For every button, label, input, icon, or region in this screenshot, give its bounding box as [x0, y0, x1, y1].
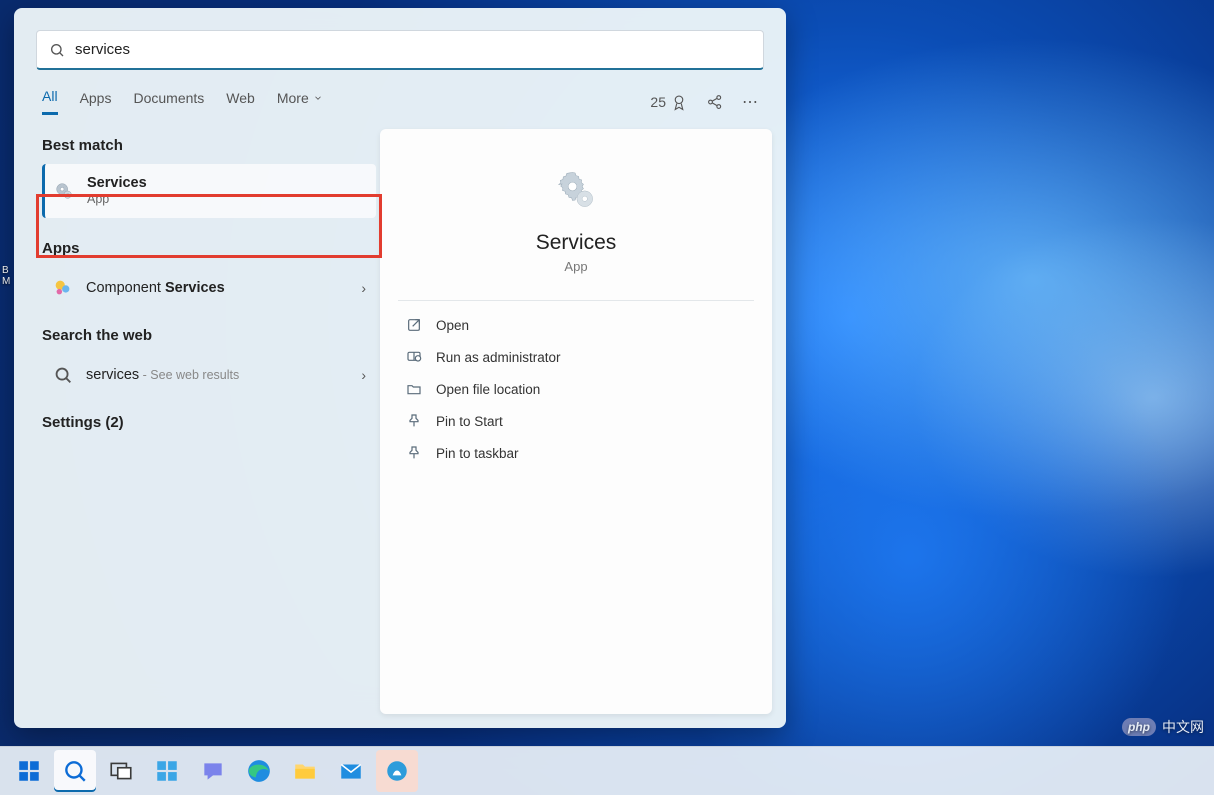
tab-web[interactable]: Web	[226, 88, 255, 115]
services-gear-icon	[53, 180, 75, 202]
mail-app[interactable]	[330, 750, 372, 792]
tab-more[interactable]: More	[277, 88, 323, 115]
best-match-heading: Best match	[42, 131, 376, 164]
shield-icon	[406, 349, 422, 365]
desktop-icon-label-fragment: BM	[2, 265, 10, 287]
chevron-right-icon: ›	[361, 367, 366, 383]
best-match-subtitle: App	[87, 192, 147, 208]
medal-icon	[670, 93, 688, 111]
apps-result-label: Component Services	[86, 280, 225, 296]
web-result-services[interactable]: services - See web results ›	[42, 354, 376, 396]
pin-icon	[406, 413, 422, 429]
watermark: php 中文网	[1122, 717, 1204, 737]
search-tabs: All Apps Documents Web More 25 ⋯	[14, 70, 786, 115]
preview-panel: Services App Open Run as administrator O…	[380, 129, 772, 714]
divider	[398, 300, 754, 301]
pinned-app[interactable]	[376, 750, 418, 792]
action-pin-start[interactable]: Pin to Start	[398, 405, 754, 437]
search-input[interactable]	[65, 41, 751, 58]
tab-all[interactable]: All	[42, 88, 58, 115]
chevron-right-icon: ›	[361, 280, 366, 296]
settings-heading[interactable]: Settings (2)	[42, 408, 376, 441]
start-button[interactable]	[8, 750, 50, 792]
best-match-title: Services	[87, 174, 147, 192]
edge-browser[interactable]	[238, 750, 280, 792]
rewards-badge[interactable]: 25	[650, 93, 688, 111]
search-box[interactable]	[36, 30, 764, 70]
open-icon	[406, 317, 422, 333]
action-open-location-label: Open file location	[436, 382, 540, 397]
apps-heading: Apps	[42, 234, 376, 267]
apps-result-component-services[interactable]: Component Services ›	[42, 267, 376, 309]
preview-subtitle: App	[564, 259, 587, 274]
preview-title: Services	[536, 231, 617, 255]
action-run-admin[interactable]: Run as administrator	[398, 341, 754, 373]
results-column: Best match Services App Apps	[28, 129, 376, 714]
action-pin-taskbar[interactable]: Pin to taskbar	[398, 437, 754, 469]
action-pin-taskbar-label: Pin to taskbar	[436, 446, 519, 461]
start-search-panel: All Apps Documents Web More 25 ⋯	[14, 8, 786, 728]
widgets-button[interactable]	[146, 750, 188, 792]
action-open-location[interactable]: Open file location	[398, 373, 754, 405]
pin-icon	[406, 445, 422, 461]
rewards-points: 25	[650, 94, 666, 110]
watermark-text: 中文网	[1162, 717, 1204, 737]
services-gear-icon-large	[555, 169, 597, 211]
search-icon	[49, 42, 65, 58]
action-run-admin-label: Run as administrator	[436, 350, 561, 365]
tab-documents[interactable]: Documents	[133, 88, 204, 115]
php-logo: php	[1122, 718, 1156, 736]
component-services-icon	[52, 277, 74, 299]
search-web-heading: Search the web	[42, 321, 376, 354]
action-pin-start-label: Pin to Start	[436, 414, 503, 429]
file-explorer[interactable]	[284, 750, 326, 792]
share-icon[interactable]	[706, 93, 724, 111]
chevron-down-icon	[313, 93, 323, 103]
taskbar	[0, 746, 1214, 795]
search-icon	[52, 364, 74, 386]
action-open[interactable]: Open	[398, 309, 754, 341]
best-match-result[interactable]: Services App	[42, 164, 376, 218]
action-open-label: Open	[436, 318, 469, 333]
tab-apps[interactable]: Apps	[80, 88, 112, 115]
search-button[interactable]	[54, 750, 96, 792]
more-options-button[interactable]: ⋯	[742, 92, 758, 112]
folder-icon	[406, 381, 422, 397]
web-result-label: services - See web results	[86, 367, 239, 383]
chat-button[interactable]	[192, 750, 234, 792]
task-view-button[interactable]	[100, 750, 142, 792]
